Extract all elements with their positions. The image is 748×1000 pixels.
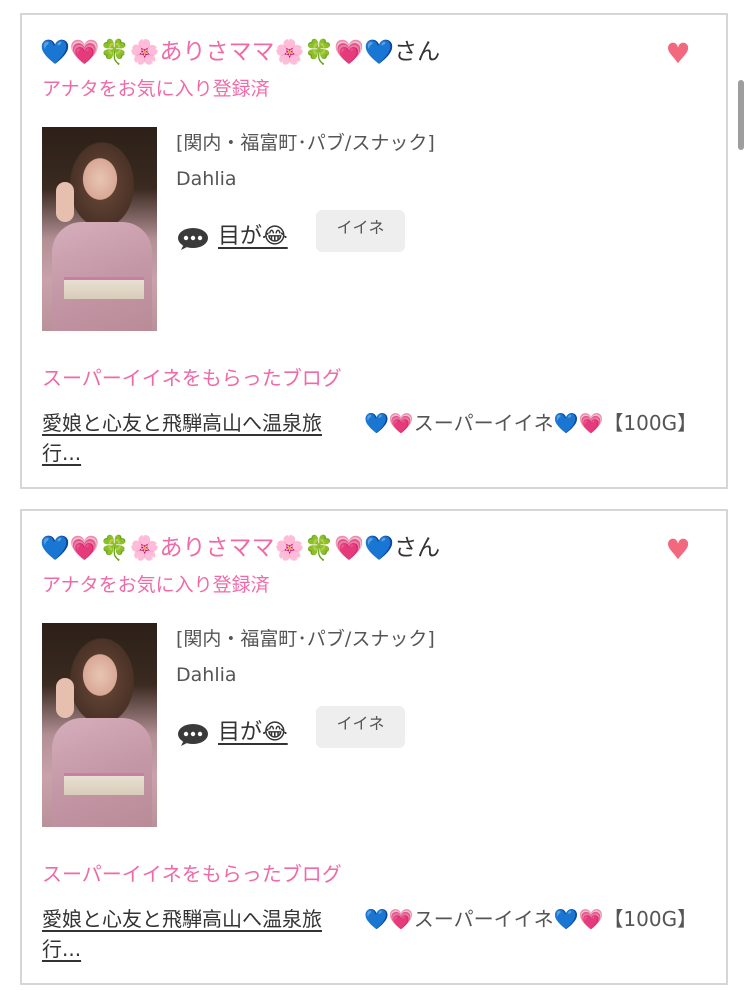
favorite-status: アナタをお気に入り登録済 [42, 78, 270, 100]
member-name-row[interactable]: 💙💗🍀🌸 ありさママ 🌸🍀💗💙 さん [40, 37, 440, 67]
name-suffix-emoji: 🌸🍀💗💙 [274, 534, 395, 562]
member-photo[interactable] [42, 127, 157, 331]
honorific: さん [394, 39, 441, 65]
member-name-row[interactable]: 💙💗🍀🌸 ありさママ 🌸🍀💗💙 さん [40, 533, 440, 563]
super-like-text: 💙💗スーパーイイネ💙💗【100G】 [364, 907, 698, 931]
speech-bubble-icon [178, 228, 208, 250]
shop-name: Dahlia [176, 168, 237, 190]
shop-area: [関内・福富町･パブ/スナック] [176, 628, 435, 650]
name-suffix-emoji: 🌸🍀💗💙 [274, 38, 395, 66]
super-like-text: 💙💗スーパーイイネ💙💗【100G】 [364, 411, 698, 435]
member-photo[interactable] [42, 623, 157, 827]
name-prefix-emoji: 💙💗🍀🌸 [40, 534, 160, 562]
member-name: ありさママ [159, 39, 275, 65]
member-name: ありさママ [159, 535, 275, 561]
blog-heading: スーパーイイネをもらったブログ [42, 862, 342, 886]
comment-link[interactable]: 目が😂 [218, 221, 288, 253]
blog-title-link[interactable]: 愛娘と心友と飛騨高山へ温泉旅行... [42, 408, 342, 468]
like-button[interactable]: イイネ [316, 706, 405, 748]
member-card: 💙💗🍀🌸 ありさママ 🌸🍀💗💙 さん ♥ アナタをお気に入り登録済 [関内・福富… [20, 509, 728, 985]
honorific: さん [394, 535, 441, 561]
blog-heading: スーパーイイネをもらったブログ [42, 366, 342, 390]
like-button[interactable]: イイネ [316, 210, 405, 252]
shop-area: [関内・福富町･パブ/スナック] [176, 132, 435, 154]
heart-icon[interactable]: ♥ [664, 40, 692, 68]
name-prefix-emoji: 💙💗🍀🌸 [40, 38, 160, 66]
scrollbar[interactable] [738, 80, 744, 150]
member-card: 💙💗🍀🌸 ありさママ 🌸🍀💗💙 さん ♥ アナタをお気に入り登録済 [関内・福富… [20, 13, 728, 489]
comment-link[interactable]: 目が😂 [218, 717, 288, 749]
shop-name: Dahlia [176, 664, 237, 686]
favorite-status: アナタをお気に入り登録済 [42, 574, 270, 596]
speech-bubble-icon [178, 724, 208, 746]
blog-title-link[interactable]: 愛娘と心友と飛騨高山へ温泉旅行... [42, 904, 342, 964]
heart-icon[interactable]: ♥ [664, 536, 692, 564]
